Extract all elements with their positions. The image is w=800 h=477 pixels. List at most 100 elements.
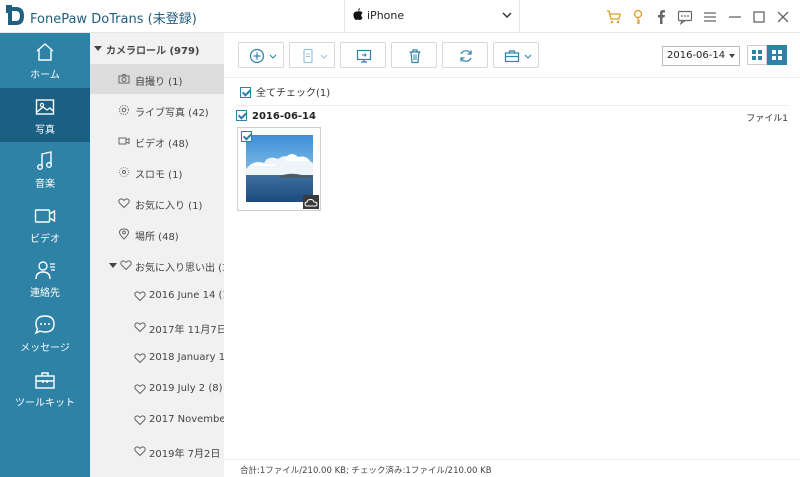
tree-memory-item[interactable]: 2019年 7月2日 (8 bbox=[90, 436, 224, 466]
nav-photos-label: 写真 bbox=[35, 125, 55, 136]
heart-icon bbox=[118, 198, 130, 209]
icloud-icon bbox=[303, 195, 319, 209]
file-count: ファイル1 bbox=[746, 114, 788, 124]
facebook-icon[interactable] bbox=[653, 9, 669, 25]
close-icon[interactable] bbox=[775, 9, 791, 25]
status-bar: 合計:1ファイル/210.00 KB; チェック済み:1ファイル/210.00 … bbox=[224, 459, 800, 477]
date-group-header: 2016-06-14 ファイル1 bbox=[236, 105, 788, 124]
tree-memory-item[interactable]: 2019 July 2 (8) bbox=[90, 374, 224, 404]
toolbox-icon bbox=[35, 372, 55, 389]
nav-video-label: ビデオ bbox=[30, 234, 60, 245]
delete-button[interactable] bbox=[391, 42, 437, 68]
nav-music[interactable]: 音楽 bbox=[0, 142, 90, 196]
heart-icon bbox=[134, 446, 146, 457]
tree-item-selfies[interactable]: 自撮り (1) bbox=[90, 64, 224, 94]
tree-item-label: スロモ (1) bbox=[135, 170, 183, 181]
nav-toolkit[interactable]: ツールキット bbox=[0, 361, 90, 415]
tree-item-live[interactable]: ライブ写真 (42) bbox=[90, 95, 224, 125]
caret-down-icon bbox=[729, 54, 735, 58]
tree-item-label: ライブ写真 (42) bbox=[135, 108, 209, 119]
heart-icon bbox=[134, 322, 146, 333]
location-icon bbox=[118, 228, 130, 240]
nav-messages[interactable]: メッセージ bbox=[0, 306, 90, 360]
date-filter-select[interactable]: 2016-06-14 bbox=[662, 46, 740, 66]
cart-icon[interactable] bbox=[606, 9, 622, 25]
refresh-icon bbox=[460, 50, 472, 62]
tree-item-label: お気に入り (1) bbox=[135, 201, 203, 212]
computer-icon bbox=[356, 49, 372, 63]
tree-item-favorites[interactable]: お気に入り (1) bbox=[90, 188, 224, 218]
feedback-icon[interactable] bbox=[677, 9, 693, 25]
grid-icon bbox=[752, 50, 762, 60]
album-tree: カメラロール (979) 自撮り (1) ライブ写真 (42) ビデオ (48)… bbox=[90, 33, 224, 477]
tree-memory-item[interactable]: 2016 June 14 (13) bbox=[90, 281, 224, 311]
tree-memory-item[interactable]: 2018 January 16 ( bbox=[90, 343, 224, 373]
menu-icon[interactable] bbox=[702, 9, 718, 25]
device-name: iPhone bbox=[367, 9, 405, 22]
date-filter-value: 2016-06-14 bbox=[667, 50, 726, 61]
tree-item-label: 自撮り (1) bbox=[135, 77, 183, 88]
tree-camera-roll-label: カメラロール (979) bbox=[106, 46, 200, 57]
apple-icon bbox=[353, 8, 363, 23]
home-icon bbox=[36, 43, 54, 61]
export-device-button[interactable] bbox=[289, 42, 335, 68]
tree-item-slomo[interactable]: スロモ (1) bbox=[90, 157, 224, 187]
nav-home-label: ホーム bbox=[30, 70, 60, 81]
trash-icon bbox=[409, 49, 421, 64]
grid-small-view-button[interactable] bbox=[767, 45, 787, 65]
tree-memory-label: 2017 November 7 bbox=[149, 414, 224, 425]
nav-toolkit-label: ツールキット bbox=[15, 398, 75, 409]
key-icon[interactable] bbox=[630, 9, 646, 25]
add-button[interactable] bbox=[238, 42, 284, 68]
heart-icon bbox=[134, 415, 146, 426]
app-logo bbox=[6, 5, 24, 25]
chevron-down-icon bbox=[269, 54, 277, 59]
tree-item-label: ビデオ (48) bbox=[135, 139, 189, 150]
grid-large-view-button[interactable] bbox=[747, 45, 767, 65]
chevron-down-icon bbox=[502, 12, 512, 19]
date-group-label: 2016-06-14 bbox=[252, 111, 316, 122]
nav-video[interactable]: ビデオ bbox=[0, 197, 90, 251]
check-all[interactable]: 全てチェック(1) bbox=[240, 84, 330, 99]
chevron-down-icon bbox=[524, 54, 532, 59]
nav-home[interactable]: ホーム bbox=[0, 33, 90, 87]
music-icon bbox=[37, 151, 52, 170]
nav-contacts[interactable]: 連絡先 bbox=[0, 251, 90, 305]
export-pc-button[interactable] bbox=[340, 42, 386, 68]
minimize-icon[interactable] bbox=[727, 9, 743, 25]
refresh-button[interactable] bbox=[442, 42, 488, 68]
tree-item-places[interactable]: 場所 (48) bbox=[90, 219, 224, 249]
maximize-icon[interactable] bbox=[751, 9, 767, 25]
nav-contacts-label: 連絡先 bbox=[30, 288, 60, 299]
tree-camera-roll[interactable]: カメラロール (979) bbox=[90, 33, 224, 63]
tree-memory-label: 2017年 11月7日 ( bbox=[149, 325, 224, 336]
tree-memory-item[interactable]: 2017年 11月7日 ( bbox=[90, 312, 224, 342]
toolbar: 2016-06-14 bbox=[224, 33, 800, 78]
date-group-title[interactable]: 2016-06-14 bbox=[236, 110, 316, 122]
photo-thumbnail[interactable] bbox=[237, 127, 321, 211]
main-content: 2016-06-14 全てチェック(1) 2016-06-14 ファイル1 合計… bbox=[224, 33, 800, 477]
photo-icon bbox=[35, 99, 55, 115]
camera-icon bbox=[118, 74, 130, 84]
tree-memory-label: 2019 July 2 (8) bbox=[149, 383, 223, 394]
device-selector[interactable]: iPhone bbox=[344, 0, 520, 32]
tree-memory-label: 2019年 7月2日 (8 bbox=[149, 449, 224, 460]
chevron-down-icon bbox=[320, 54, 328, 59]
phone-export-icon bbox=[303, 48, 313, 64]
video-icon bbox=[34, 209, 56, 223]
caret-down-icon bbox=[94, 46, 102, 51]
tree-memory-item[interactable]: 2017 November 7 bbox=[90, 405, 224, 435]
tree-favorite-memories[interactable]: お気に入り思い出 (354 bbox=[90, 250, 224, 280]
nav-messages-label: メッセージ bbox=[20, 343, 70, 354]
toolbox-button[interactable] bbox=[493, 42, 539, 68]
date-group-checkbox[interactable] bbox=[236, 110, 247, 121]
photo-checkbox[interactable] bbox=[241, 131, 252, 142]
main-sidebar: ホーム 写真 音楽 ビデオ 連絡先 メッセージ ツールキット bbox=[0, 33, 90, 477]
check-all-checkbox[interactable] bbox=[240, 87, 251, 98]
slomo-icon bbox=[119, 167, 129, 177]
message-icon bbox=[34, 315, 55, 335]
tree-item-video[interactable]: ビデオ (48) bbox=[90, 126, 224, 156]
tree-memory-label: 2016 June 14 (13) bbox=[149, 290, 224, 301]
nav-photos[interactable]: 写真 bbox=[0, 88, 90, 142]
grid-small-icon bbox=[772, 50, 782, 60]
